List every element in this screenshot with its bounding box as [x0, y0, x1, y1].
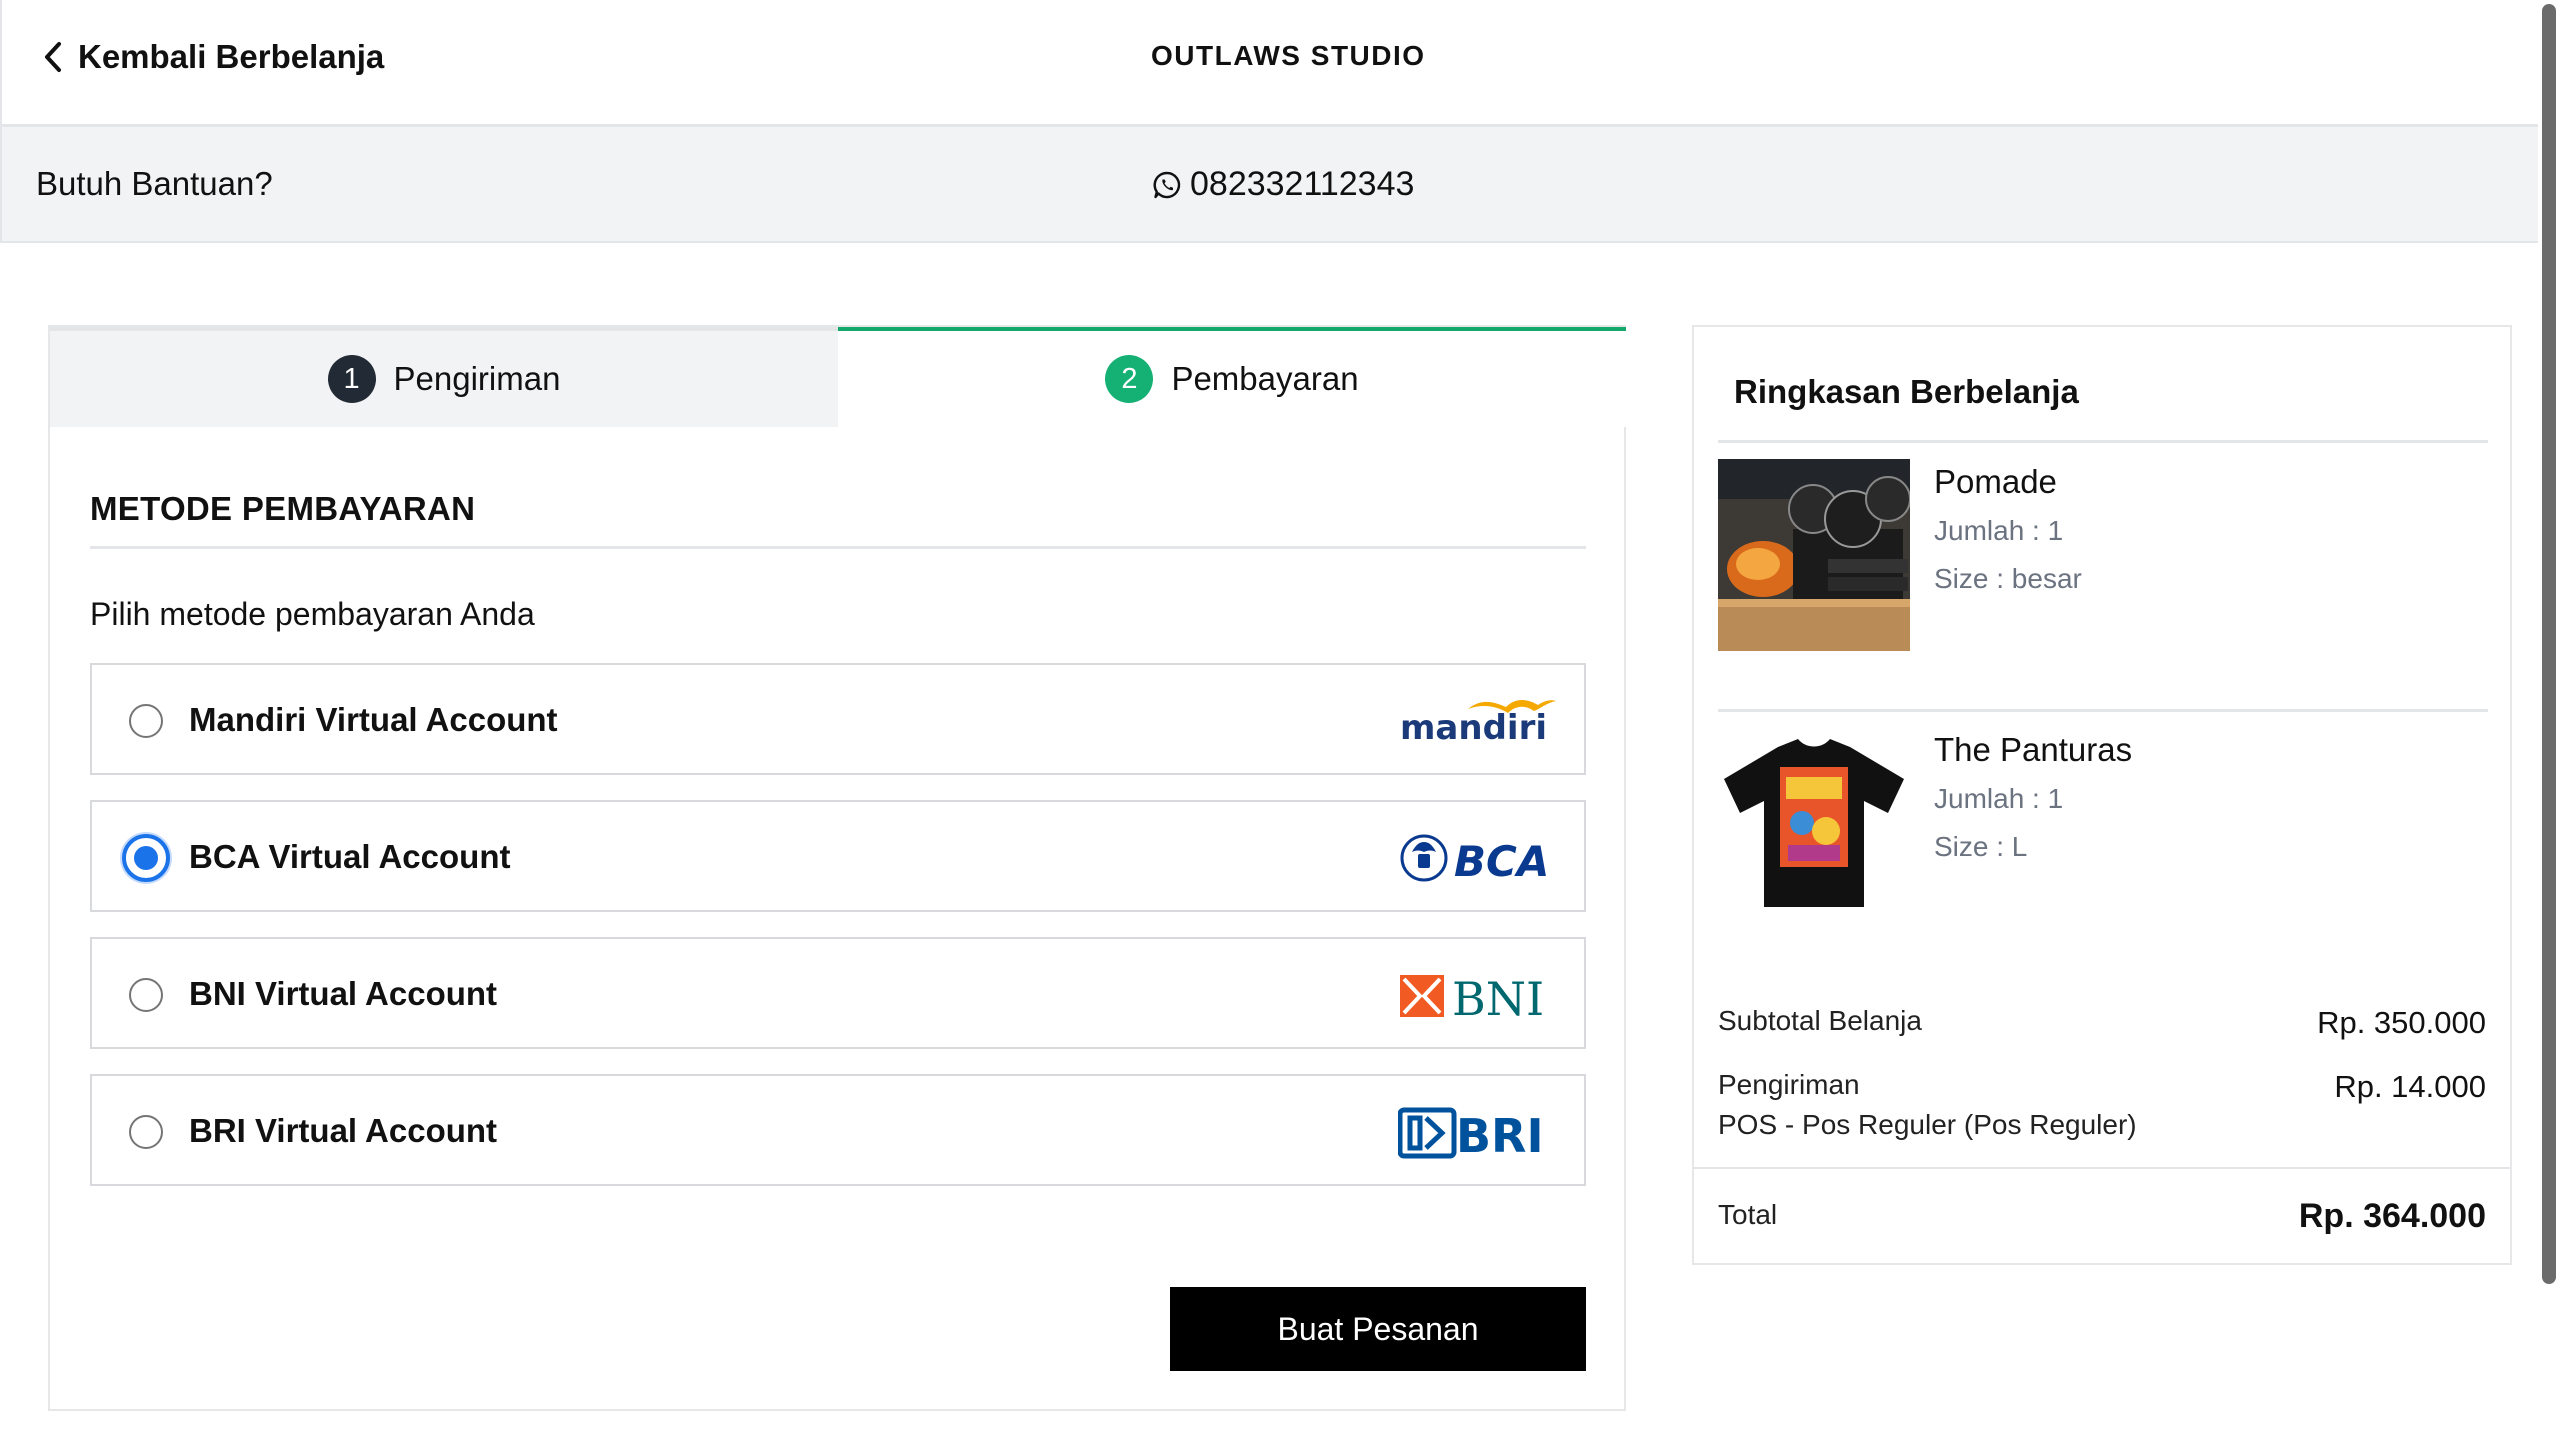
svg-text:BRI: BRI — [1456, 1109, 1544, 1162]
mandiri-logo-icon: mandiri — [1400, 700, 1556, 748]
back-label: Kembali Berbelanja — [78, 38, 385, 75]
back-to-shopping-link[interactable]: Kembali Berbelanja — [42, 38, 384, 76]
chevron-left-icon — [45, 42, 61, 72]
help-bar: Butuh Bantuan? 082332112343 — [0, 127, 2538, 243]
radio-button[interactable] — [129, 1115, 163, 1149]
payment-option-label: BRI Virtual Account — [189, 1112, 498, 1149]
payment-option-label: BNI Virtual Account — [189, 975, 498, 1012]
svg-text:BNI: BNI — [1452, 972, 1544, 1025]
checkout-panel: 1 Pengiriman 2 Pembayaran METODE PEMBAYA… — [48, 325, 1626, 1411]
tab-shipping-step[interactable]: 1 Pengiriman — [50, 327, 838, 427]
place-order-button[interactable]: Buat Pesanan — [1170, 1287, 1586, 1371]
summary-title: Ringkasan Berbelanja — [1734, 373, 2079, 410]
bri-logo-icon: BRI — [1398, 1107, 1544, 1162]
whatsapp-contact[interactable]: 082332112343 — [1152, 165, 1414, 204]
scrollbar-thumb[interactable] — [2542, 4, 2556, 1284]
svg-text:BCA: BCA — [1454, 837, 1549, 886]
step-label: Pengiriman — [393, 360, 561, 397]
order-summary-card: Ringkasan Berbelanja Pomade Jumlah : 1 S… — [1692, 325, 2512, 1265]
radio-button[interactable] — [129, 704, 163, 738]
product-size: Size : besar — [1934, 563, 2082, 594]
total-value: Rp. 364.000 — [2298, 1197, 2486, 1235]
store-name: OUTLAWS STUDIO — [1151, 40, 1426, 71]
tab-payment-step[interactable]: 2 Pembayaran — [838, 327, 1626, 427]
radio-button-selected[interactable] — [122, 834, 170, 882]
product-name: The Panturas — [1934, 731, 2133, 768]
divider — [1694, 1167, 2510, 1169]
top-header: Kembali Berbelanja OUTLAWS STUDIO — [0, 0, 2538, 127]
shipping-value: Rp. 14.000 — [2334, 1069, 2486, 1104]
payment-option-bca[interactable]: BCA Virtual Account BCA — [90, 800, 1586, 912]
subtotal-value: Rp. 350.000 — [2317, 1005, 2486, 1040]
product-size: Size : L — [1934, 831, 2028, 862]
step-number-badge: 1 — [327, 355, 376, 403]
payment-option-bni[interactable]: BNI Virtual Account BNI — [90, 937, 1586, 1049]
payment-option-label: BCA Virtual Account — [189, 838, 511, 875]
total-label: Total — [1718, 1199, 1778, 1230]
bni-logo-icon: BNI — [1400, 972, 1544, 1025]
tshirt-product-photo — [1718, 727, 1910, 919]
svg-text:mandiri: mandiri — [1400, 708, 1547, 748]
product-quantity: Jumlah : 1 — [1934, 515, 2064, 546]
shipping-service: POS - Pos Reguler (Pos Reguler) — [1718, 1109, 2137, 1140]
divider — [1718, 440, 2488, 443]
shipping-label: Pengiriman — [1718, 1069, 1860, 1100]
bca-logo-icon: BCA — [1400, 834, 1549, 886]
help-label: Butuh Bantuan? — [36, 165, 273, 202]
product-quantity: Jumlah : 1 — [1934, 783, 2064, 814]
subtotal-label: Subtotal Belanja — [1718, 1005, 1922, 1036]
product-name: Pomade — [1934, 463, 2057, 500]
radio-button[interactable] — [129, 978, 163, 1012]
divider — [90, 546, 1586, 549]
payment-option-label: Mandiri Virtual Account — [189, 701, 558, 738]
divider — [1718, 709, 2488, 712]
step-label: Pembayaran — [1171, 360, 1359, 397]
payment-option-mandiri[interactable]: Mandiri Virtual Account mandiri — [90, 663, 1586, 775]
summary-item: The Panturas Jumlah : 1 Size : L — [1718, 727, 2488, 927]
payment-instruction: Pilih metode pembayaran Anda — [90, 596, 535, 632]
pomade-product-photo — [1718, 459, 1910, 651]
whatsapp-icon — [1153, 171, 1181, 198]
payment-method-heading: METODE PEMBAYARAN — [90, 490, 476, 527]
payment-option-bri[interactable]: BRI Virtual Account BRI — [90, 1074, 1586, 1186]
summary-item: Pomade Jumlah : 1 Size : besar — [1718, 459, 2488, 659]
whatsapp-number: 082332112343 — [1190, 165, 1415, 203]
step-number-badge: 2 — [1105, 355, 1154, 403]
